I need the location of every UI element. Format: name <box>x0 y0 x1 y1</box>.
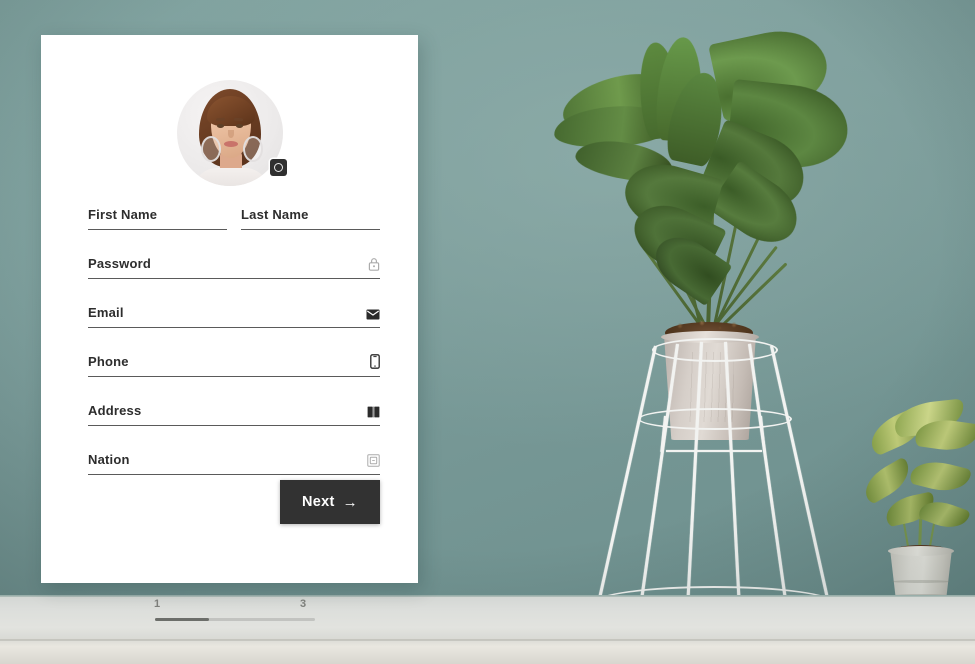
avatar-section <box>41 80 418 186</box>
field-nation[interactable]: Nation <box>88 452 380 475</box>
mobile-phone-icon <box>370 354 380 369</box>
field-address[interactable]: Address <box>88 403 380 426</box>
form-fields: First Name Last Name Password Email Phon… <box>88 207 380 501</box>
camera-icon[interactable] <box>269 159 287 176</box>
field-label-email: Email <box>88 305 124 320</box>
envelope-icon <box>366 309 380 320</box>
avatar-image <box>176 80 283 186</box>
white-wire-plant-stand <box>592 338 834 620</box>
signup-form-card: First Name Last Name Password Email Phon… <box>41 35 418 583</box>
open-book-icon <box>367 406 380 418</box>
shelf-surface <box>0 597 975 664</box>
avatar[interactable] <box>176 80 287 186</box>
step-number-first: 1 <box>154 598 161 610</box>
field-label-password: Password <box>88 256 152 271</box>
next-button[interactable]: Next → <box>280 480 380 524</box>
step-progress-fill <box>155 618 210 621</box>
field-label-nation: Nation <box>88 452 130 467</box>
field-label-first-name: First Name <box>88 207 158 222</box>
name-row: First Name Last Name <box>88 207 380 256</box>
field-last-name[interactable]: Last Name <box>241 207 380 230</box>
id-card-icon <box>367 454 380 467</box>
next-button-label: Next <box>302 494 335 510</box>
step-indicator: 1 3 <box>150 598 325 626</box>
field-email[interactable]: Email <box>88 305 380 328</box>
step-progress-track[interactable] <box>155 618 315 621</box>
field-phone[interactable]: Phone <box>88 354 380 377</box>
fan-palm-plant <box>540 21 880 358</box>
screenshot-scene: First Name Last Name Password Email Phon… <box>0 0 975 664</box>
step-number-last: 3 <box>300 598 307 610</box>
small-plant-pot-rim <box>888 546 954 556</box>
field-first-name[interactable]: First Name <box>88 207 227 230</box>
arrow-right-icon: → <box>342 493 358 511</box>
field-label-phone: Phone <box>88 354 129 369</box>
field-password[interactable]: Password <box>88 256 380 279</box>
shelf-seam-line <box>0 639 975 641</box>
field-label-address: Address <box>88 403 142 418</box>
lock-icon <box>368 257 380 271</box>
field-label-last-name: Last Name <box>241 207 309 222</box>
